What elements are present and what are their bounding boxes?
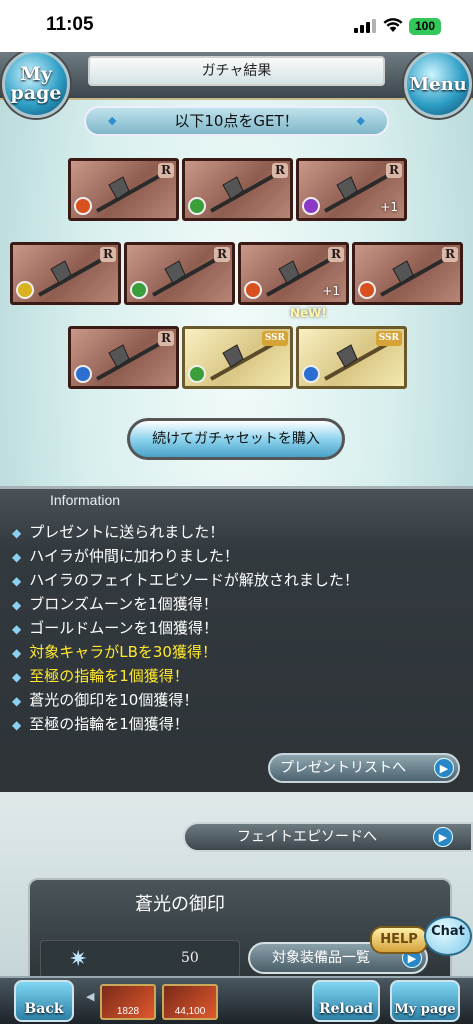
gacha-result-screen: ガチャ結果 My page Menu 以下10点をGET！ R R R +1 R R R +1… — [0, 52, 473, 1024]
mypage-label: My page — [10, 63, 62, 104]
reload-label: Reload — [318, 1001, 374, 1017]
back-label: Back — [24, 1001, 64, 1017]
status-bar: 11:05 100 — [0, 0, 473, 52]
rarity-badge: R — [442, 247, 458, 262]
weapon-icon — [38, 257, 104, 297]
page-title: ガチャ結果 — [88, 56, 385, 86]
item-count-row: ✷ 50 — [40, 940, 240, 978]
thumbnail-value: 44,100 — [174, 1006, 206, 1017]
rarity-badge: R — [386, 163, 402, 178]
buy-again-button[interactable]: 続けてガチャセットを購入 — [127, 418, 345, 460]
weapon-icon — [96, 341, 162, 381]
plus-level: +1 — [380, 200, 398, 214]
element-water-icon — [302, 365, 320, 383]
weapon-item[interactable]: R +1 — [296, 158, 407, 221]
weapon-icon — [210, 173, 276, 213]
weapon-item[interactable]: R — [68, 158, 179, 221]
panel-title: 蒼光の御印 — [135, 894, 225, 915]
cellular-signal-icon — [354, 19, 376, 33]
rarity-badge: R — [272, 163, 288, 178]
weapon-item[interactable]: R — [124, 242, 235, 305]
chat-button[interactable]: Chat — [424, 916, 472, 956]
new-tag: NeW! — [290, 306, 327, 320]
present-list-button[interactable]: プレゼントリストへ ▶ — [268, 753, 460, 783]
top-bar: ガチャ結果 — [0, 52, 473, 100]
weapon-item[interactable]: R — [352, 242, 463, 305]
information-line: ハイラのフェイトエピソードが解放されました！ — [12, 569, 359, 593]
item-count: 50 — [181, 950, 199, 966]
mypage-footer-label: My page — [394, 1002, 456, 1017]
element-fire-icon — [74, 197, 92, 215]
chevron-left-icon[interactable]: ◀ — [86, 990, 94, 1003]
rarity-badge: R — [158, 331, 174, 346]
weapon-item[interactable]: SSR — [182, 326, 293, 389]
present-list-label: プレゼントリストへ — [280, 760, 406, 776]
quest-thumbnail[interactable]: 44,100 — [162, 984, 218, 1020]
information-line: 至極の指輪を1個獲得！ — [12, 713, 359, 737]
information-heading: Information — [50, 492, 121, 508]
rarity-badge: R — [214, 247, 230, 262]
mypage-footer-button[interactable]: My page — [390, 980, 460, 1022]
bottom-nav: Back ◀ 1828 44,100 Reload My page — [0, 976, 473, 1024]
information-line: ゴールドムーンを1個獲得！ — [12, 617, 359, 641]
quest-thumbnail[interactable]: 1828 — [100, 984, 156, 1020]
help-button[interactable]: HELP — [370, 926, 428, 954]
information-panel: Information プレゼントに送られました！ハイラが仲間に加わりました！ハ… — [0, 486, 473, 792]
target-equipment-label: 対象装備品一覧 — [272, 950, 370, 966]
rarity-badge: R — [158, 163, 174, 178]
element-water-icon — [74, 365, 92, 383]
wifi-icon — [383, 18, 403, 32]
element-wind-icon — [188, 197, 206, 215]
status-time: 11:05 — [46, 14, 94, 35]
weapon-icon — [96, 173, 162, 213]
weapon-icon — [380, 257, 446, 297]
fate-episode-label: フェイトエピソードへ — [237, 829, 377, 845]
information-line: ハイラが仲間に加わりました！ — [12, 545, 359, 569]
weapon-icon — [152, 257, 218, 297]
rarity-badge: SSR — [375, 331, 402, 346]
information-line: 至極の指輪を1個獲得！ — [12, 665, 359, 689]
arrow-right-icon: ▶ — [433, 827, 453, 847]
battery-indicator: 100 — [409, 18, 441, 35]
crystal-icon: ✷ — [69, 947, 88, 972]
weapon-item[interactable]: R — [182, 158, 293, 221]
menu-label: Menu — [409, 73, 467, 95]
get-summary-heading: 以下10点をGET！ — [84, 106, 389, 136]
information-line: 対象キャラがLBを30獲得！ — [12, 641, 359, 665]
element-wind-icon — [188, 365, 206, 383]
element-dark-icon — [302, 197, 320, 215]
fate-episode-button[interactable]: フェイトエピソードへ ▶ — [183, 822, 473, 852]
back-button[interactable]: Back — [14, 980, 74, 1022]
element-light-icon — [16, 281, 34, 299]
thumbnail-value: 1828 — [116, 1006, 140, 1017]
plus-level: +1 — [322, 284, 340, 298]
rarity-badge: R — [328, 247, 344, 262]
reload-button[interactable]: Reload — [312, 980, 380, 1022]
weapon-item[interactable]: R +1 — [238, 242, 349, 305]
weapon-item[interactable]: SSR — [296, 326, 407, 389]
information-list: プレゼントに送られました！ハイラが仲間に加わりました！ハイラのフェイトエピソード… — [12, 521, 359, 737]
rarity-badge: SSR — [261, 331, 288, 346]
information-line: ブロンズムーンを1個獲得！ — [12, 593, 359, 617]
menu-button[interactable]: Menu — [404, 52, 472, 118]
element-wind-icon — [130, 281, 148, 299]
information-line: プレゼントに送られました！ — [12, 521, 359, 545]
arrow-right-icon: ▶ — [434, 758, 454, 778]
mypage-button[interactable]: My page — [2, 52, 70, 118]
rarity-badge: R — [100, 247, 116, 262]
lower-section: フェイトエピソードへ ▶ 蒼光の御印 ✷ 50 対象装備品一覧 ▶ HELP C… — [0, 792, 473, 984]
element-fire-icon — [358, 281, 376, 299]
information-line: 蒼光の御印を10個獲得！ — [12, 689, 359, 713]
weapon-item[interactable]: R — [68, 326, 179, 389]
element-fire-icon — [244, 281, 262, 299]
weapon-item[interactable]: R — [10, 242, 121, 305]
